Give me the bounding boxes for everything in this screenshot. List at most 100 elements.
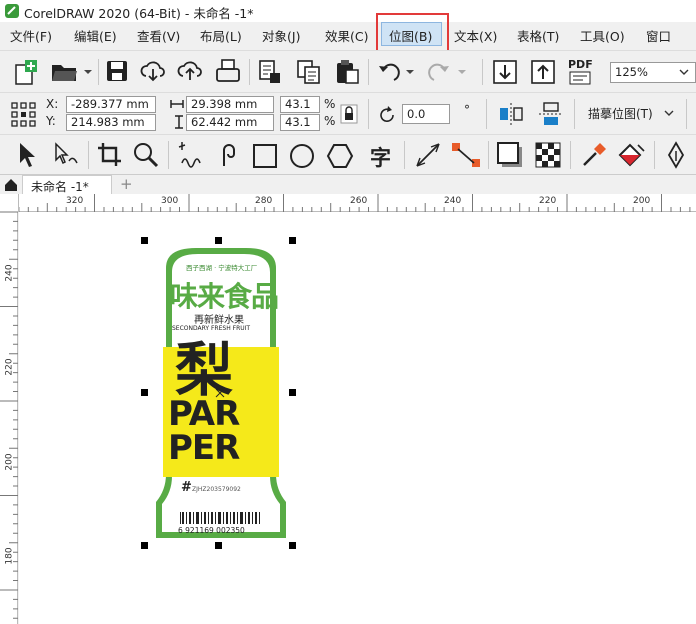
window-title: CorelDRAW 2020 (64-Bit) - 未命名 -1*	[24, 6, 254, 21]
pick-tool-icon[interactable]	[14, 141, 38, 169]
cloud-upload-icon[interactable]	[177, 60, 203, 82]
selection-handle[interactable]	[215, 542, 222, 549]
paste-icon[interactable]	[334, 59, 360, 85]
selection-handle[interactable]	[215, 237, 222, 244]
selection-handle[interactable]	[141, 542, 148, 549]
home-icon[interactable]	[4, 178, 18, 192]
ruler-origin[interactable]	[0, 194, 19, 212]
trace-bitmap-button[interactable]: 描摹位图(T)	[588, 105, 653, 122]
menu-edit[interactable]: 编辑(E)	[74, 26, 117, 45]
redo-icon[interactable]	[428, 60, 468, 84]
undo-icon[interactable]	[376, 60, 416, 84]
menu-tools[interactable]: 工具(O)	[580, 26, 625, 45]
ruler-tick-label: 200	[4, 453, 15, 471]
label-subtitle-en: SECONDARY FRESH FRUIT	[172, 325, 251, 332]
selection-handle[interactable]	[289, 542, 296, 549]
transparency-tool-icon[interactable]	[534, 141, 562, 169]
text-tool-icon[interactable]: 字	[370, 142, 391, 172]
zoom-value: 125%	[615, 65, 648, 79]
chevron-down-icon[interactable]	[664, 110, 674, 118]
scale-height-field[interactable]: 43.1	[280, 114, 320, 131]
height-icon	[175, 115, 183, 129]
separator	[368, 99, 369, 129]
import-arrow-icon[interactable]	[492, 59, 518, 85]
interactive-fill-icon[interactable]	[616, 141, 646, 169]
separator	[249, 59, 250, 85]
freehand-tool-icon[interactable]	[176, 141, 206, 169]
separator	[686, 99, 687, 129]
ruler-tick-label: 280	[255, 196, 273, 206]
save-icon[interactable]	[106, 60, 128, 82]
label-par: PAR	[168, 394, 240, 434]
selection-handle[interactable]	[289, 237, 296, 244]
width-icon	[170, 100, 184, 108]
export-arrow-icon[interactable]	[530, 59, 556, 85]
selection-handle[interactable]	[141, 389, 148, 396]
crop-tool-icon[interactable]	[96, 141, 122, 169]
mirror-vertical-icon[interactable]	[538, 101, 564, 127]
menu-text[interactable]: 文本(X)	[454, 26, 497, 45]
add-tab-icon[interactable]: +	[120, 175, 133, 193]
object-origin-icon[interactable]	[10, 101, 38, 127]
menu-table[interactable]: 表格(T)	[517, 26, 559, 45]
degree-label: °	[464, 103, 470, 117]
separator	[404, 141, 405, 169]
label-barcode-number: 6 921169 002350	[178, 526, 245, 535]
separator	[368, 59, 369, 85]
y-position-field[interactable]: 214.983 mm	[66, 114, 156, 131]
publish-pdf-icon[interactable]: PDF	[566, 57, 596, 87]
document-tab[interactable]: 未命名 -1*	[22, 175, 112, 195]
open-folder-icon[interactable]	[50, 61, 94, 83]
connector-tool-icon[interactable]	[450, 141, 482, 169]
artistic-media-icon[interactable]	[216, 141, 242, 169]
dimension-tool-icon[interactable]	[414, 141, 442, 169]
new-document-icon[interactable]	[12, 59, 40, 85]
copy-icon[interactable]	[296, 59, 322, 85]
polygon-tool-icon[interactable]	[326, 142, 354, 170]
separator	[488, 141, 489, 169]
menu-view[interactable]: 查看(V)	[137, 26, 180, 45]
percent-label: %	[324, 97, 336, 111]
width-field[interactable]: 29.398 mm	[186, 96, 274, 113]
drawing-canvas[interactable]: 西子西湖 · 宁波特大工厂 味来食品 再新鲜水果 SECONDARY FRESH…	[19, 212, 696, 624]
chevron-down-icon	[679, 69, 689, 75]
ruler-tick-label: 220	[4, 358, 15, 376]
menu-window[interactable]: 窗口	[646, 26, 671, 45]
rectangle-tool-icon[interactable]	[252, 143, 278, 169]
menu-effects[interactable]: 效果(C)	[325, 26, 368, 45]
print-icon[interactable]	[215, 59, 241, 83]
vertical-ruler[interactable]: 240 220 200 180	[0, 212, 18, 624]
lock-ratio-icon[interactable]	[340, 104, 358, 124]
eyedropper-tool-icon[interactable]	[580, 141, 608, 169]
separator	[98, 59, 99, 85]
menu-object[interactable]: 对象(J)	[262, 26, 300, 45]
ruler-tick-label: 240	[4, 264, 15, 282]
rotate-icon	[380, 106, 394, 122]
ruler-tick-label: 300	[161, 196, 179, 206]
scale-width-field[interactable]: 43.1	[280, 96, 320, 113]
x-label: X:	[46, 97, 59, 111]
menu-file[interactable]: 文件(F)	[10, 26, 52, 45]
document-tab-bar: 未命名 -1* +	[0, 174, 696, 195]
separator	[482, 59, 483, 85]
cloud-download-icon[interactable]	[140, 60, 166, 82]
document-tab-label: 未命名 -1*	[31, 180, 89, 194]
height-field[interactable]: 62.442 mm	[186, 114, 274, 131]
outline-pen-icon[interactable]	[664, 141, 688, 169]
mirror-horizontal-icon[interactable]	[498, 102, 524, 126]
drop-shadow-icon[interactable]	[496, 141, 526, 169]
rotation-field[interactable]: 0.0	[402, 104, 450, 124]
shape-tool-icon[interactable]	[52, 141, 80, 169]
horizontal-ruler[interactable]: 320 300 280 260 240 220 200	[0, 194, 696, 212]
menu-layout[interactable]: 布局(L)	[200, 26, 242, 45]
separator	[168, 141, 169, 169]
ruler-tick-label: 240	[444, 196, 462, 206]
separator	[574, 99, 575, 129]
x-position-field[interactable]: -289.377 mm	[66, 96, 156, 113]
selection-handle[interactable]	[141, 237, 148, 244]
zoom-select[interactable]: 125%	[610, 62, 696, 83]
ellipse-tool-icon[interactable]	[288, 142, 316, 170]
import-icon[interactable]	[258, 59, 282, 85]
separator	[654, 141, 655, 169]
zoom-tool-icon[interactable]	[132, 141, 160, 169]
